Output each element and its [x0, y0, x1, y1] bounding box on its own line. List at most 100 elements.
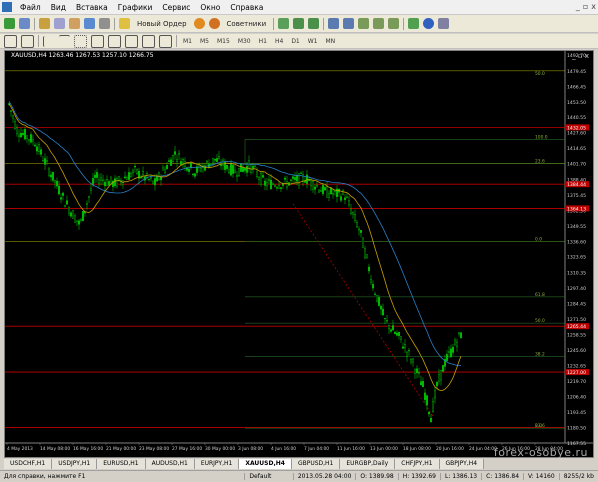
tile-windows-icon[interactable]: [358, 18, 370, 29]
close-button[interactable]: x: [591, 2, 596, 11]
menu-tools[interactable]: Сервис: [157, 3, 195, 12]
tab-xauusd-h4[interactable]: XAUUSD,H4: [239, 459, 292, 469]
timeframe-mn[interactable]: MN: [324, 38, 338, 45]
periods-icon[interactable]: [423, 18, 435, 29]
candle-body: [360, 230, 363, 233]
candle-body: [233, 169, 236, 174]
channel-icon[interactable]: [91, 34, 104, 48]
candle-body: [161, 167, 164, 171]
toolbar-separator: [323, 17, 325, 30]
market-watch-icon[interactable]: [39, 18, 50, 29]
fibonacci-icon[interactable]: [108, 34, 121, 48]
candlestick-icon[interactable]: [293, 18, 305, 29]
candle-body: [11, 115, 14, 119]
fibonacci-level-label: 0.0: [535, 423, 542, 429]
restore-button[interactable]: ▫: [583, 2, 588, 11]
minimize-button[interactable]: _: [576, 2, 580, 11]
candle-body: [235, 174, 238, 177]
candle-body: [372, 284, 375, 289]
label-icon[interactable]: [142, 34, 155, 48]
tab-usdjpy-h1[interactable]: USDJPY,H1: [52, 459, 98, 469]
trendline-icon[interactable]: [74, 34, 87, 48]
candle-body: [191, 173, 194, 175]
price-tick-label: 1453.50: [567, 100, 586, 106]
terminal-icon[interactable]: [84, 18, 95, 29]
candle-body: [374, 293, 377, 295]
autoscroll-icon[interactable]: [373, 18, 385, 29]
zoom-in-icon[interactable]: [328, 18, 340, 29]
timeframe-m15[interactable]: M15: [215, 38, 232, 45]
chart-window[interactable]: XAUUSD,H4 1263.46 1267.53 1257.10 1266.7…: [4, 50, 594, 458]
timeframe-h1[interactable]: H1: [257, 38, 269, 45]
price-tick-label: 1245.60: [567, 348, 586, 354]
status-bar: Для справки, нажмите F1 Default 2013.05.…: [0, 470, 598, 482]
tab-audusd-h1[interactable]: AUDUSD,H1: [145, 459, 195, 469]
tab-eurgbp-daily[interactable]: EURGBP,Daily: [340, 459, 396, 469]
candle-body: [123, 176, 126, 179]
timeframe-w1[interactable]: W1: [306, 38, 320, 45]
timeframe-h4[interactable]: H4: [273, 38, 285, 45]
crosshair-icon[interactable]: [21, 34, 34, 48]
data-window-icon[interactable]: [54, 18, 65, 29]
candle-body: [89, 188, 92, 191]
expert-advisors-button[interactable]: Советники: [224, 19, 270, 29]
experts-icon[interactable]: [208, 18, 220, 29]
candle-body: [34, 144, 37, 147]
timeframe-d1[interactable]: D1: [289, 38, 301, 45]
timeframe-m5[interactable]: M5: [198, 38, 211, 45]
timeframe-m30[interactable]: M30: [236, 38, 253, 45]
zoom-out-icon[interactable]: [343, 18, 355, 29]
time-tick-label: 4 May 2013: [7, 446, 33, 452]
profiles-icon[interactable]: [19, 18, 30, 29]
menu-insert[interactable]: Вставка: [71, 3, 113, 12]
menu-window[interactable]: Окно: [195, 3, 225, 12]
strategy-tester-icon[interactable]: [99, 18, 110, 29]
candle-body: [364, 248, 367, 258]
chart-shift-icon[interactable]: [388, 18, 400, 29]
templates-icon[interactable]: [438, 18, 450, 29]
fibonacci-level-label: 50.0: [535, 318, 545, 324]
candle-body: [237, 167, 240, 177]
timeframe-m1[interactable]: M1: [181, 38, 194, 45]
price-chart[interactable]: 1492.701479.451466.451453.501440.551427.…: [5, 51, 593, 457]
chart-window-buttons[interactable]: _ ▫ x: [572, 52, 589, 60]
candle-body: [304, 180, 307, 183]
candle-body: [316, 185, 319, 187]
tab-usdchf-h1[interactable]: USDCHF,H1: [4, 459, 53, 469]
vertical-line-icon[interactable]: [43, 35, 55, 47]
menu-view[interactable]: Вид: [46, 3, 71, 12]
candle-body: [241, 167, 244, 172]
menu-file[interactable]: Файл: [15, 3, 46, 12]
tab-gbpusd-h1[interactable]: GBPUSD,H1: [291, 459, 341, 469]
indicators-icon[interactable]: [408, 18, 420, 29]
candle-body: [26, 135, 29, 139]
tab-eurusd-h1[interactable]: EURUSD,H1: [97, 459, 146, 469]
candle-body: [324, 187, 327, 191]
navigator-icon[interactable]: [69, 18, 80, 29]
candle-body: [356, 222, 359, 228]
candle-body: [274, 184, 277, 187]
candle-body: [91, 178, 94, 185]
candle-body: [169, 159, 172, 166]
cursor-icon[interactable]: [4, 34, 17, 48]
new-chart-icon[interactable]: [4, 18, 15, 29]
line-chart-icon[interactable]: [308, 18, 320, 29]
bar-chart-icon[interactable]: [278, 18, 290, 29]
toolbar-separator: [403, 17, 405, 30]
new-order-icon[interactable]: [119, 18, 130, 29]
horizontal-line-icon[interactable]: [59, 35, 70, 47]
price-tick-label: 1206.40: [567, 395, 586, 401]
candle-body: [103, 181, 106, 187]
tab-chfjpy-h1[interactable]: CHFJPY,H1: [395, 459, 440, 469]
arrows-icon[interactable]: [159, 34, 172, 48]
menu-charts[interactable]: Графики: [113, 3, 158, 12]
tab-gbpjpy-h4[interactable]: GBPJPY,H4: [439, 459, 485, 469]
new-order-button[interactable]: Новый Ордер: [134, 19, 190, 29]
time-tick-label: 11 Jun 16:00: [337, 446, 365, 452]
candle-body: [87, 196, 90, 198]
metaeditor-icon[interactable]: [193, 18, 205, 29]
menu-help[interactable]: Справка: [225, 3, 268, 12]
text-icon[interactable]: [125, 34, 138, 48]
tab-eurjpy-h1[interactable]: EURJPY,H1: [194, 459, 240, 469]
candle-body: [396, 333, 399, 336]
